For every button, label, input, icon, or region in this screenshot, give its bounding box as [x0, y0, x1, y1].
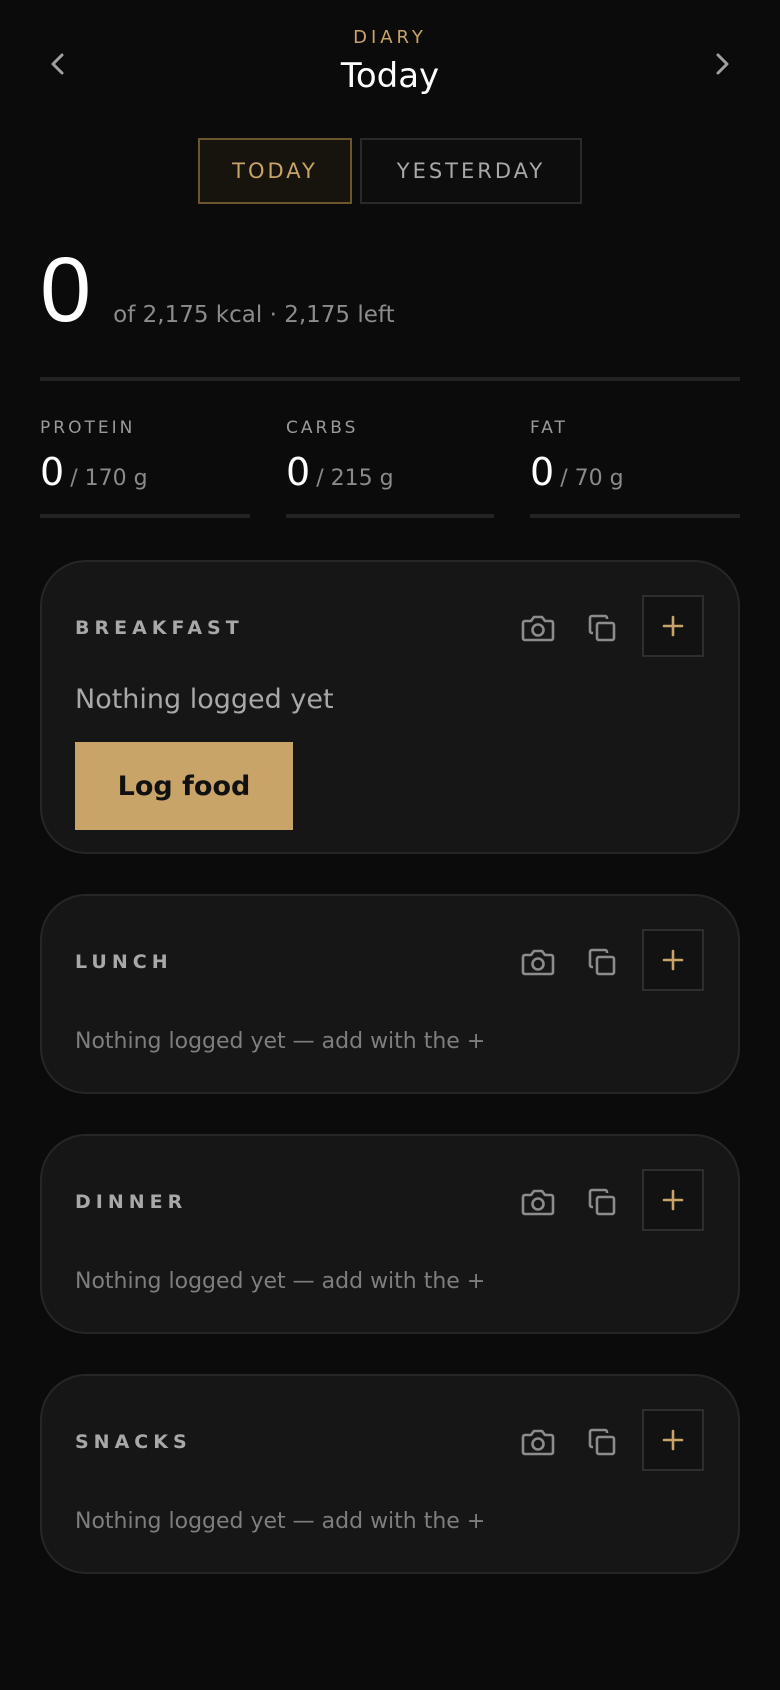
diary-screen: DIARY Today TODAY YESTERDAY 0 of 2,175 k… — [0, 0, 780, 1690]
copy-icon — [588, 948, 616, 976]
macro-target: / 70 g — [560, 466, 624, 491]
macro-progress-bar — [530, 514, 740, 518]
plus-icon — [662, 615, 684, 637]
meal-card-snacks: SNACKS Nothing logged yet — add with the… — [40, 1374, 740, 1574]
copy-meal-button[interactable] — [578, 604, 626, 652]
macro-progress-bar — [40, 514, 250, 518]
add-food-button[interactable] — [642, 595, 704, 657]
macro-target: / 170 g — [70, 466, 148, 491]
tab-yesterday[interactable]: YESTERDAY — [360, 138, 582, 204]
next-day-button[interactable] — [704, 46, 740, 82]
photo-log-button[interactable] — [514, 1178, 562, 1226]
calories-consumed: 0 — [40, 239, 92, 341]
macro-carbs: CARBS 0 / 215 g — [286, 418, 496, 518]
meal-title: BREAKFAST — [75, 617, 244, 639]
camera-icon — [521, 949, 555, 976]
copy-icon — [588, 1188, 616, 1216]
macro-protein: PROTEIN 0 / 170 g — [40, 418, 250, 518]
meal-title: DINNER — [75, 1191, 188, 1213]
copy-icon — [588, 614, 616, 642]
log-food-button[interactable]: Log food — [75, 742, 293, 830]
meal-card-breakfast: BREAKFAST Nothing logged yet Log food — [40, 560, 740, 854]
copy-icon — [588, 1428, 616, 1456]
add-food-button[interactable] — [642, 929, 704, 991]
macro-target: / 215 g — [316, 466, 394, 491]
macro-value: 0 — [286, 450, 311, 494]
copy-meal-button[interactable] — [578, 938, 626, 986]
photo-log-button[interactable] — [514, 1418, 562, 1466]
camera-icon — [521, 615, 555, 642]
meal-card-dinner: DINNER Nothing logged yet — add with the… — [40, 1134, 740, 1334]
calorie-progress-bar — [40, 377, 740, 381]
macro-fat: FAT 0 / 70 g — [530, 418, 740, 518]
macro-value: 0 — [40, 450, 65, 494]
section-eyebrow: DIARY — [353, 27, 427, 48]
macro-progress-bar — [286, 514, 494, 518]
macro-label: PROTEIN — [40, 418, 136, 438]
add-food-button[interactable] — [642, 1169, 704, 1231]
header: DIARY Today — [0, 0, 780, 120]
empty-state-text: Nothing logged yet — add with the + — [75, 1509, 486, 1534]
empty-state-text: Nothing logged yet — [75, 684, 334, 715]
meal-card-lunch: LUNCH Nothing logged yet — add with the … — [40, 894, 740, 1094]
macro-value: 0 — [530, 450, 555, 494]
meal-title: SNACKS — [75, 1431, 192, 1453]
tab-today[interactable]: TODAY — [198, 138, 352, 204]
plus-icon — [662, 1429, 684, 1451]
add-food-button[interactable] — [642, 1409, 704, 1471]
calorie-summary: 0 of 2,175 kcal · 2,175 left — [40, 244, 395, 336]
page-title: Today — [340, 56, 440, 96]
camera-icon — [521, 1189, 555, 1216]
copy-meal-button[interactable] — [578, 1178, 626, 1226]
plus-icon — [662, 1189, 684, 1211]
day-toggle: TODAY YESTERDAY — [198, 138, 582, 204]
meal-title: LUNCH — [75, 951, 173, 973]
calories-remaining-text: of 2,175 kcal · 2,175 left — [113, 302, 395, 328]
camera-icon — [521, 1429, 555, 1456]
empty-state-text: Nothing logged yet — add with the + — [75, 1269, 486, 1294]
photo-log-button[interactable] — [514, 938, 562, 986]
copy-meal-button[interactable] — [578, 1418, 626, 1466]
chevron-right-icon — [716, 53, 729, 75]
photo-log-button[interactable] — [514, 604, 562, 652]
empty-state-text: Nothing logged yet — add with the + — [75, 1029, 486, 1054]
plus-icon — [662, 949, 684, 971]
macro-label: FAT — [530, 418, 568, 438]
macro-label: CARBS — [286, 418, 359, 438]
